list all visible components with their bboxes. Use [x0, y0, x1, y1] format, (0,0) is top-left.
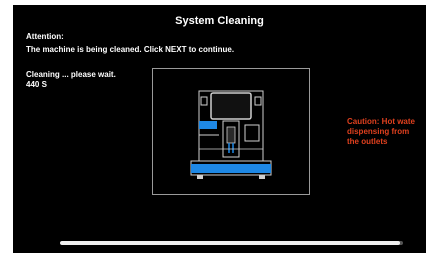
attention-message: The machine is being cleaned. Click NEXT… — [26, 45, 235, 54]
machine-illustration-frame — [152, 68, 310, 195]
caution-line: Caution: Hot wate — [347, 117, 415, 126]
cleaning-screen: System Cleaning Attention: The machine i… — [13, 5, 426, 253]
page-title: System Cleaning — [175, 15, 264, 27]
caution-line: dispensing from — [347, 127, 410, 136]
caution-message: Caution: Hot wate dispensing from the ou… — [347, 117, 426, 147]
coffee-machine-icon — [190, 90, 272, 179]
progress-fill — [60, 241, 400, 245]
attention-label: Attention: — [26, 32, 64, 41]
caution-line: the outlets — [347, 137, 388, 146]
cleaning-status: Cleaning ... please wait. 440 S — [26, 70, 116, 89]
cleaning-progress-bar — [60, 241, 403, 245]
